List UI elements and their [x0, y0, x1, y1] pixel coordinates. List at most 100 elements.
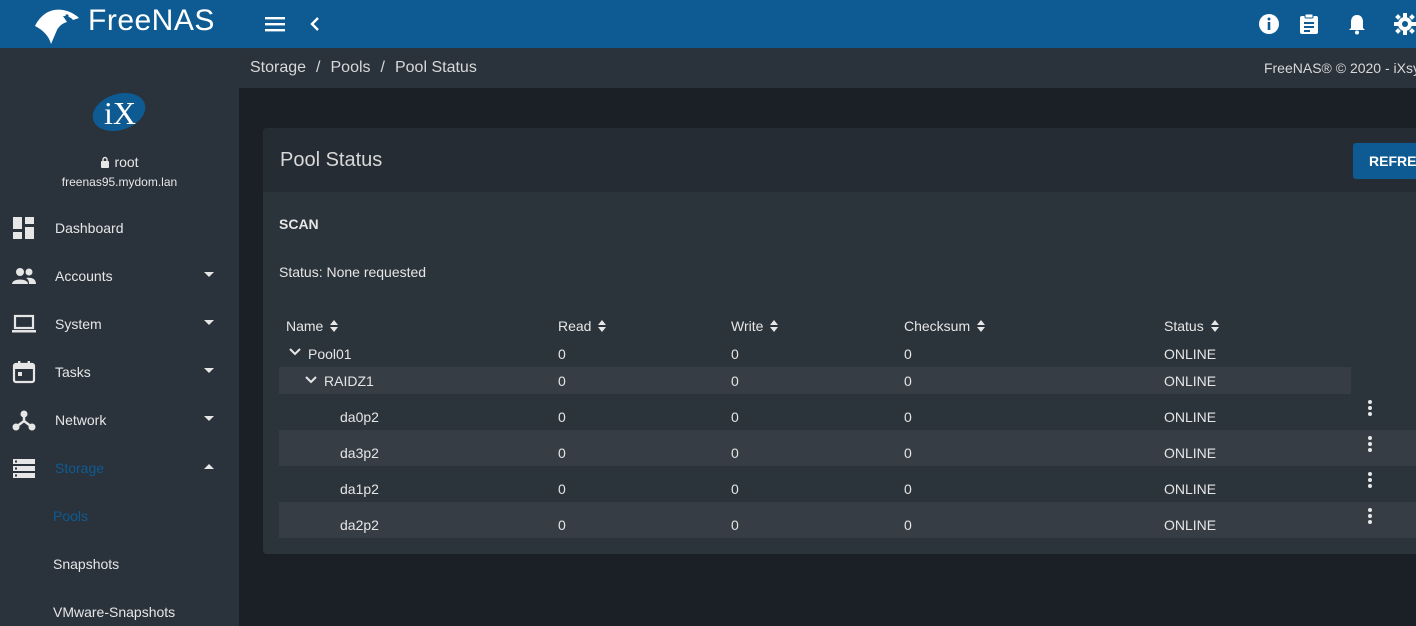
- row-name: da2p2: [340, 517, 379, 533]
- collapse-sidebar-button[interactable]: [303, 12, 327, 36]
- row-name: RAIDZ1: [324, 373, 374, 389]
- sidebar-item-label: Storage: [55, 460, 105, 476]
- row-write: 0: [731, 481, 739, 497]
- column-header-checksum[interactable]: Checksum: [904, 318, 986, 334]
- column-header-write[interactable]: Write: [731, 318, 779, 334]
- sidebar-item-storage[interactable]: Storage: [0, 444, 239, 492]
- sidebar-subitem-vmware-snapshots[interactable]: VMware-Snapshots: [53, 604, 175, 620]
- row-name: da0p2: [340, 409, 379, 425]
- sidebar-item-system[interactable]: System: [0, 300, 239, 348]
- breadcrumb: Storage / Pools / Pool Status: [250, 59, 477, 77]
- sidebar-item-tasks[interactable]: Tasks: [0, 348, 239, 396]
- chevron-down-icon: [204, 320, 214, 325]
- hamburger-menu-icon: [265, 17, 285, 32]
- info-icon: [1259, 14, 1279, 34]
- breadcrumb-bar: Storage / Pools / Pool Status FreeNAS® ©…: [239, 48, 1416, 88]
- username: root: [114, 154, 139, 170]
- laptop-icon: [12, 314, 36, 333]
- refresh-button[interactable]: REFRESH: [1353, 143, 1416, 179]
- sidebar: iX root freenas95.mydom.lan Dashboard Ac…: [0, 48, 239, 626]
- row-read: 0: [558, 517, 566, 533]
- row-name: da3p2: [340, 445, 379, 461]
- sidebar-subitem-snapshots[interactable]: Snapshots: [53, 556, 119, 572]
- ix-systems-logo: iX: [92, 92, 146, 132]
- column-label: Checksum: [904, 318, 971, 334]
- column-label: Read: [558, 318, 592, 334]
- row-actions-menu-icon[interactable]: [1360, 470, 1380, 494]
- row-write: 0: [731, 409, 739, 425]
- row-write: 0: [731, 373, 739, 389]
- sidebar-item-dashboard[interactable]: Dashboard: [0, 204, 239, 252]
- sort-icon: [770, 320, 779, 332]
- row-actions-menu-icon[interactable]: [1360, 434, 1380, 458]
- accounts-icon: [12, 268, 36, 284]
- chevron-down-icon[interactable]: [305, 376, 317, 384]
- breadcrumb-storage[interactable]: Storage: [250, 59, 306, 77]
- column-header-status[interactable]: Status: [1164, 318, 1220, 334]
- sidebar-subitem-pools[interactable]: Pools: [53, 508, 88, 524]
- breadcrumb-pools[interactable]: Pools: [331, 59, 371, 77]
- sidebar-item-label: System: [55, 316, 102, 332]
- info-button[interactable]: [1257, 12, 1281, 36]
- row-read: 0: [558, 373, 566, 389]
- row-checksum: 0: [904, 409, 912, 425]
- freenas-logo[interactable]: FreeNAS: [0, 0, 240, 48]
- table-row: da3p2 0 0 0 ONLINE: [279, 430, 1416, 466]
- clipboard-icon: [1300, 13, 1318, 34]
- breadcrumb-pool-status: Pool Status: [394, 59, 477, 76]
- card-header: Pool Status REFRESH: [263, 128, 1416, 192]
- chevron-down-icon[interactable]: [289, 348, 301, 356]
- shark-logo-icon: [35, 9, 79, 44]
- scan-heading: SCAN: [279, 216, 319, 232]
- sidebar-item-label: Tasks: [55, 364, 91, 380]
- sort-icon: [330, 320, 339, 332]
- row-checksum: 0: [904, 481, 912, 497]
- task-manager-button[interactable]: [1297, 12, 1321, 36]
- column-label: Name: [286, 318, 324, 334]
- column-label: Write: [731, 318, 764, 334]
- sidebar-item-label: Dashboard: [55, 220, 124, 236]
- pool-status-card: Pool Status REFRESH SCAN Status: None re…: [263, 128, 1416, 554]
- breadcrumb-separator: /: [316, 59, 321, 76]
- row-checksum: 0: [904, 517, 912, 533]
- sidebar-item-network[interactable]: Network: [0, 396, 239, 444]
- page-title: Pool Status: [280, 149, 383, 171]
- row-write: 0: [731, 517, 739, 533]
- column-label: Status: [1164, 318, 1204, 334]
- sidebar-item-accounts[interactable]: Accounts: [0, 252, 239, 300]
- row-read: 0: [558, 346, 566, 362]
- row-checksum: 0: [904, 373, 912, 389]
- scan-status: Status: None requested: [279, 264, 427, 280]
- chevron-down-icon: [204, 368, 214, 373]
- sort-icon: [1210, 320, 1219, 332]
- bell-icon: [1349, 15, 1365, 35]
- row-actions-menu-icon[interactable]: [1360, 398, 1380, 422]
- row-actions-menu-icon[interactable]: [1360, 506, 1380, 530]
- svg-text:iX: iX: [104, 95, 136, 131]
- gear-icon: [1394, 13, 1416, 35]
- row-name: Pool01: [308, 346, 352, 362]
- row-read: 0: [558, 481, 566, 497]
- table-row: da1p2 0 0 0 ONLINE: [279, 466, 1416, 502]
- copyright-text: FreeNAS® © 2020 - iXsy: [1263, 60, 1416, 76]
- table-row: da0p2 0 0 0 ONLINE: [279, 394, 1416, 430]
- column-header-read[interactable]: Read: [558, 318, 607, 334]
- chevron-down-icon: [204, 416, 214, 421]
- table-row: da2p2 0 0 0 ONLINE: [279, 502, 1416, 538]
- row-read: 0: [558, 445, 566, 461]
- hostname-label: freenas95.mydom.lan: [61, 175, 178, 189]
- table-row: RAIDZ1 0 0 0 ONLINE: [279, 367, 1351, 394]
- menu-toggle-button[interactable]: [263, 12, 287, 36]
- dashboard-icon: [13, 217, 34, 239]
- row-name: da1p2: [340, 481, 379, 497]
- row-read: 0: [558, 409, 566, 425]
- settings-button[interactable]: [1393, 12, 1416, 36]
- chevron-down-icon: [204, 272, 214, 277]
- column-header-name[interactable]: Name: [286, 318, 339, 334]
- breadcrumb-separator: /: [380, 59, 385, 76]
- row-write: 0: [731, 346, 739, 362]
- chevron-left-icon: [310, 17, 319, 31]
- row-status: ONLINE: [1164, 346, 1217, 362]
- alerts-button[interactable]: [1345, 12, 1369, 36]
- chevron-up-icon: [204, 464, 214, 469]
